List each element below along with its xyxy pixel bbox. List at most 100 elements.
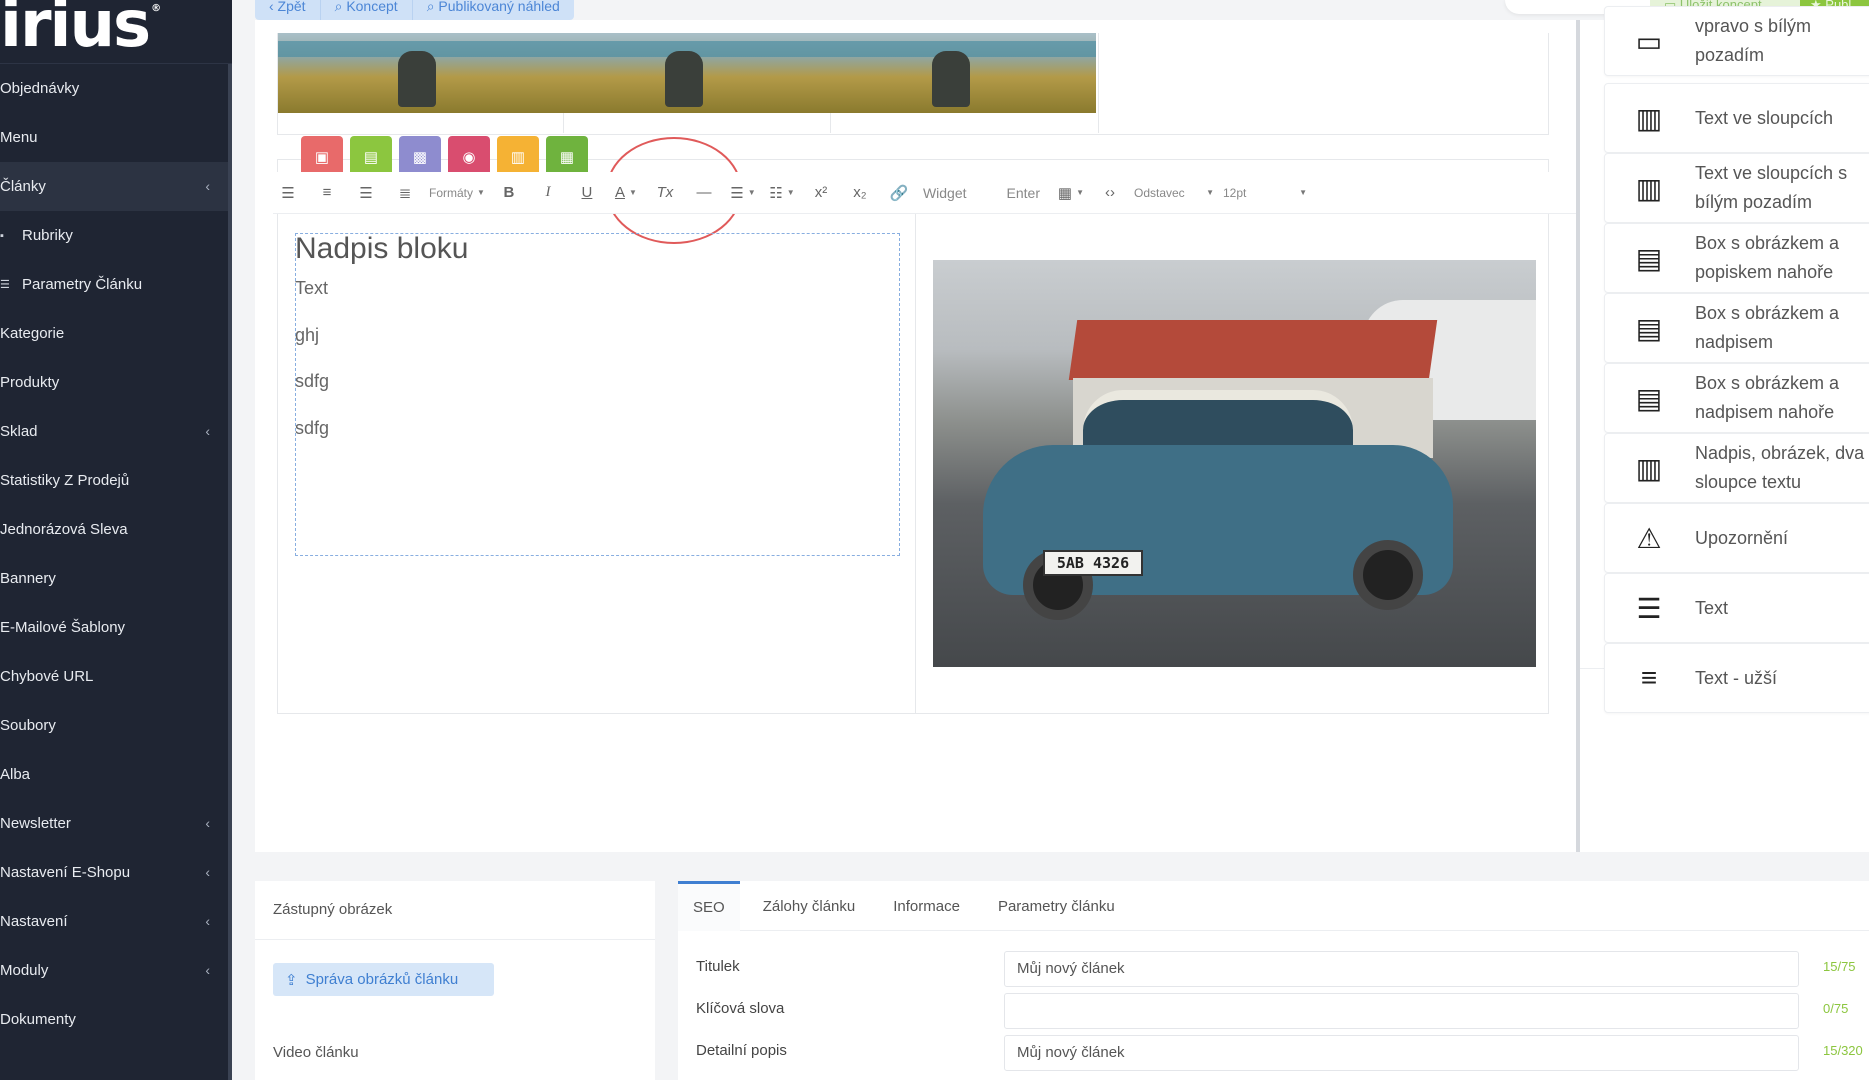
sidebar-item[interactable]: Články ‹ (0, 162, 232, 211)
block-template-label-line: Box s obrázkem a (1695, 373, 1840, 393)
block-template-item[interactable]: ▭ vpravo s bílým pozadím (1604, 6, 1869, 76)
paragraph[interactable]: sdfg (295, 418, 329, 439)
widget-button[interactable]: Widget (923, 178, 967, 208)
subscript-icon[interactable]: x₂ (845, 178, 875, 208)
block-template-item[interactable]: ▥ Text ve sloupcích (1604, 83, 1869, 153)
italic-icon[interactable]: I (533, 178, 563, 208)
source-code-icon[interactable]: ‹› (1095, 178, 1125, 208)
seo-field-input[interactable]: Můj nový článek (1004, 1035, 1799, 1071)
bullet-list-icon[interactable]: ☰ ▼ (728, 178, 758, 208)
link-icon[interactable]: 🔗 (884, 178, 914, 208)
block-template-item[interactable]: ☰ Text (1604, 573, 1869, 643)
font-size-dropdown[interactable]: 12pt ▼ (1223, 178, 1307, 208)
image-right-icon: ▭ (1635, 25, 1663, 57)
block-template-item[interactable]: ▤ Box s obrázkem a nadpisem (1604, 293, 1869, 363)
image-row-block[interactable] (277, 33, 1549, 135)
formats-dropdown[interactable]: Formáty ▼ (429, 178, 485, 208)
published-preview-button[interactable]: ⌕ Publikovaný náhled (412, 0, 574, 20)
align-right-icon[interactable]: ☰ (351, 178, 381, 208)
settings-tab[interactable]: Zálohy článku (748, 881, 871, 931)
paragraph[interactable]: sdfg (295, 371, 329, 392)
sidebar-item-label: Produkty (0, 374, 60, 391)
block-template-item[interactable]: ≡ Text - užší (1604, 643, 1869, 713)
block-template-item[interactable]: ▤ Box s obrázkem a nadpisem nahoře (1604, 363, 1869, 433)
numbered-list-icon[interactable]: ☷ ▼ (767, 178, 797, 208)
sidebar-item-label: Články (0, 178, 46, 195)
horizontal-rule-icon[interactable]: — (689, 178, 719, 208)
seo-field-label: Detailní popis (696, 1042, 787, 1059)
sidebar-item[interactable]: E-Mailové Šablony (0, 603, 232, 652)
sidebar-item[interactable]: Sklad ‹ (0, 407, 232, 456)
sidebar-item[interactable]: Newsletter ‹ (0, 799, 232, 848)
block-template-label-line: Text ve sloupcích (1695, 107, 1834, 128)
table-icon: ▦ (559, 149, 575, 166)
sidebar-item-label: Menu (0, 129, 38, 146)
manage-images-button[interactable]: ⇪ Správa obrázků článku (273, 963, 494, 996)
sidebar-item[interactable]: Chybové URL (0, 652, 232, 701)
underline-icon[interactable]: U (572, 178, 602, 208)
sidebar-item-label: Moduly (0, 962, 49, 979)
gallery-thumb[interactable] (278, 33, 562, 113)
paragraph[interactable]: ghj (295, 325, 319, 346)
block-template-label: Upozornění (1695, 524, 1788, 553)
sidebar-item[interactable]: Jednorázová Sleva (0, 505, 232, 554)
text-column[interactable] (295, 233, 900, 556)
paragraph[interactable]: Text (295, 278, 328, 299)
video-label: Video článku (273, 1044, 359, 1061)
block-template-item[interactable]: ▥ Text ve sloupcích s bílým pozadím (1604, 153, 1869, 223)
paragraph-dropdown[interactable]: Odstavec ▼ (1134, 178, 1214, 208)
align-center-icon[interactable]: ≡ (312, 178, 342, 208)
sidebar-scrollbar[interactable] (228, 64, 232, 1080)
block-templates-panel: ▭ vpravo s bílým pozadím ▥ Text ve sloupcích… (1580, 6, 1869, 852)
upload-icon: ⇪ (285, 971, 298, 989)
sidebar-item[interactable]: Nastavení ‹ (0, 897, 232, 946)
sidebar-item[interactable]: Moduly ‹ (0, 946, 232, 995)
sidebar-item[interactable]: Nastavení E-Shopu ‹ (0, 848, 232, 897)
block-template-item[interactable]: ⚠ Upozornění (1604, 503, 1869, 573)
settings-tab[interactable]: Informace (878, 881, 975, 931)
gallery-thumb[interactable] (812, 33, 1096, 113)
font-size-label: 12pt (1222, 185, 1247, 200)
sidebar-item[interactable]: Bannery (0, 554, 232, 603)
clear-format-icon[interactable]: Tx (650, 178, 680, 208)
seo-field-counter: 0/75 (1823, 1001, 1849, 1016)
enter-button[interactable]: Enter (1007, 178, 1040, 208)
seo-field-input[interactable]: Můj nový článek (1004, 951, 1799, 987)
settings-tab[interactable]: Parametry článku (983, 881, 1130, 931)
sidebar-item[interactable]: ▪ Rubriky (0, 211, 232, 260)
superscript-icon[interactable]: x² (806, 178, 836, 208)
sidebar-item-label: Alba (0, 766, 31, 783)
align-left-icon[interactable]: ☰ (273, 178, 303, 208)
sidebar-item[interactable]: Alba (0, 750, 232, 799)
align-justify-icon[interactable]: ≣ (390, 178, 420, 208)
sidebar-item[interactable]: Soubory (0, 701, 232, 750)
sidebar-item[interactable]: Produkty (0, 358, 232, 407)
sidebar-item-label: Bannery (0, 570, 56, 587)
bold-icon[interactable]: B (494, 178, 524, 208)
sidebar-item-label: Dokumenty (0, 1011, 76, 1028)
draft-preview-button[interactable]: ⌕ Koncept (320, 0, 413, 20)
block-template-label-line: vpravo s bílým (1695, 16, 1812, 36)
settings-tabs: SEO Zálohy článku Informace Parametry článk… (678, 881, 1869, 931)
sidebar-item[interactable]: Dokumenty (0, 995, 232, 1044)
sidebar-item[interactable]: Menu (0, 113, 232, 162)
sidebar-item[interactable]: Statistiky Z Prodejů (0, 456, 232, 505)
block-template-label-line: Text - užší (1695, 667, 1778, 688)
block-template-item[interactable]: ▤ Box s obrázkem a popiskem nahoře (1604, 223, 1869, 293)
car-image[interactable]: 5AB 4326 (933, 260, 1536, 667)
sidebar-item[interactable]: Kategorie (0, 309, 232, 358)
seo-field-counter: 15/75 (1823, 959, 1856, 974)
chevron-left-icon: ‹ (205, 913, 210, 929)
settings-tab[interactable]: SEO (678, 881, 740, 931)
text-color-icon[interactable]: A ▼ (611, 178, 641, 208)
sidebar-item[interactable]: ☰ Parametry Článku (0, 260, 232, 309)
brand-logo[interactable]: irius ® (0, 0, 232, 64)
table-icon[interactable]: ▦ ▼ (1056, 178, 1086, 208)
back-button[interactable]: ‹ Zpět (255, 0, 321, 20)
block-title[interactable]: Nadpis bloku (295, 232, 468, 266)
seo-field-input[interactable] (1004, 993, 1799, 1029)
gallery-thumb[interactable] (545, 33, 829, 113)
sidebar-item[interactable]: Objednávky (0, 64, 232, 113)
block-template-item[interactable]: ▥ Nadpis, obrázek, dva sloupce textu (1604, 433, 1869, 503)
block-template-label-line: pozadím (1695, 45, 1765, 65)
